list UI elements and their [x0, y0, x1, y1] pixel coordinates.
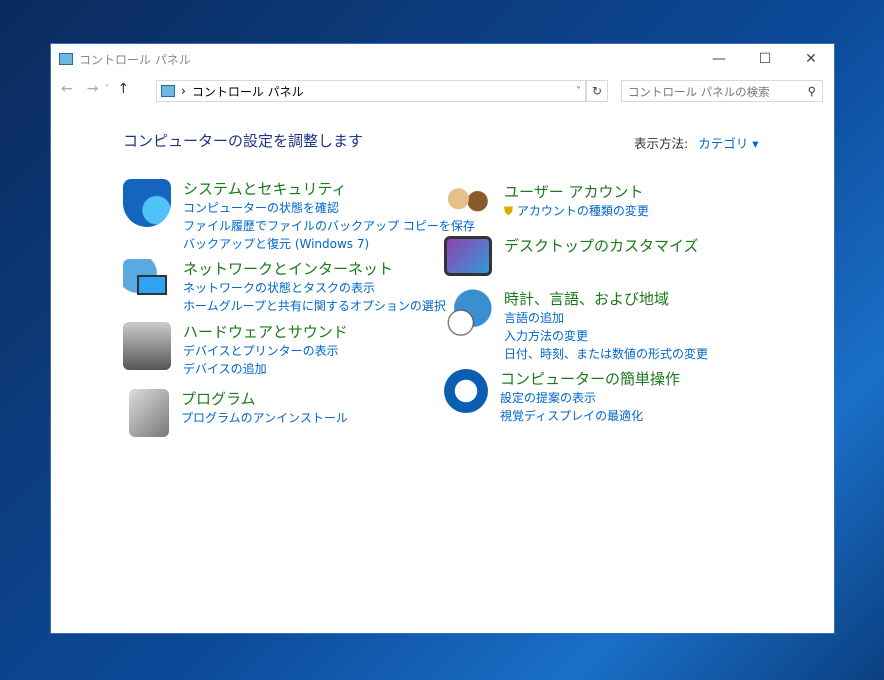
category-link[interactable]: バックアップと復元 (Windows 7) — [183, 235, 475, 253]
refresh-button[interactable]: ↻ — [586, 80, 608, 102]
address-dropdown-button[interactable]: ˅ — [576, 86, 581, 97]
maximize-button[interactable]: ☐ — [742, 51, 788, 67]
category-title[interactable]: 時計、言語、および地域 — [504, 290, 669, 308]
shield-icon — [123, 179, 171, 227]
clock-globe-icon — [444, 289, 492, 337]
search-placeholder: コントロール パネルの検索 — [628, 85, 770, 99]
category-title[interactable]: プログラム — [181, 390, 256, 408]
display-icon — [444, 236, 492, 276]
up-button[interactable]: ↑ — [117, 81, 129, 97]
category-desktop: デスクトップのカスタマイズ — [444, 236, 699, 276]
network-globe-icon — [123, 259, 171, 307]
category-link[interactable]: コンピューターの状態を確認 — [183, 199, 475, 217]
category-title[interactable]: システムとセキュリティ — [183, 180, 347, 198]
category-title[interactable]: ネットワークとインターネット — [183, 260, 393, 278]
category-link[interactable]: プログラムのアンインストール — [181, 409, 348, 427]
category-hardware-sound: ハードウェアとサウンド デバイスとプリンターの表示 デバイスの追加 — [123, 322, 348, 378]
printer-speaker-icon — [123, 322, 171, 370]
control-panel-window: コントロール パネル — ☐ ✕ ← → ˅ ↑ › コントロール パネル ˅ … — [50, 43, 835, 634]
users-icon — [444, 182, 492, 230]
category-system-security: システムとセキュリティ コンピューターの状態を確認 ファイル履歴でファイルのバッ… — [123, 179, 475, 253]
category-programs: プログラム プログラムのアンインストール — [123, 389, 348, 437]
page-title: コンピューターの設定を調整します — [123, 132, 364, 150]
control-panel-icon — [161, 85, 175, 97]
category-ease-of-access: コンピューターの簡単操作 設定の提案の表示 視覚ディスプレイの最適化 — [444, 369, 680, 425]
breadcrumb-control-panel[interactable]: コントロール パネル — [192, 83, 304, 100]
control-panel-icon — [59, 53, 73, 65]
category-network: ネットワークとインターネット ネットワークの状態とタスクの表示 ホームグループと… — [123, 259, 446, 315]
category-link[interactable]: 設定の提案の表示 — [500, 389, 680, 407]
forward-button[interactable]: → — [87, 81, 99, 97]
search-input[interactable]: コントロール パネルの検索 ⚲ — [621, 80, 823, 102]
category-title[interactable]: ハードウェアとサウンド — [183, 323, 348, 341]
link-text: アカウントの種類の変更 — [516, 204, 649, 218]
view-by-label: 表示方法: — [634, 136, 689, 151]
minimize-button[interactable]: — — [696, 51, 742, 67]
category-user-accounts: ユーザー アカウント ⛊ アカウントの種類の変更 — [444, 182, 649, 230]
category-link[interactable]: 入力方法の変更 — [504, 327, 708, 345]
category-link[interactable]: デバイスとプリンターの表示 — [183, 342, 348, 360]
back-button[interactable]: ← — [61, 81, 73, 97]
title-bar: コントロール パネル — ☐ ✕ — [51, 44, 834, 74]
window-title: コントロール パネル — [79, 52, 191, 67]
uac-shield-icon: ⛊ — [504, 204, 514, 218]
category-title[interactable]: ユーザー アカウント — [504, 183, 643, 201]
search-icon[interactable]: ⚲ — [808, 84, 816, 98]
address-bar[interactable]: › コントロール パネル ˅ — [156, 80, 586, 102]
category-link[interactable]: ホームグループと共有に関するオプションの選択 — [183, 297, 446, 315]
category-link[interactable]: 視覚ディスプレイの最適化 — [500, 407, 680, 425]
category-link[interactable]: ⛊ アカウントの種類の変更 — [504, 202, 649, 220]
category-link[interactable]: ネットワークの状態とタスクの表示 — [183, 279, 446, 297]
ease-of-access-icon — [444, 369, 488, 413]
category-title[interactable]: デスクトップのカスタマイズ — [504, 237, 699, 255]
category-link[interactable]: デバイスの追加 — [183, 360, 348, 378]
category-link[interactable]: 日付、時刻、または数値の形式の変更 — [504, 345, 708, 363]
view-by-dropdown[interactable]: カテゴリ ▾ — [698, 136, 758, 151]
category-link[interactable]: 言語の追加 — [504, 309, 708, 327]
category-clock-region: 時計、言語、および地域 言語の追加 入力方法の変更 日付、時刻、または数値の形式… — [444, 289, 708, 363]
view-by: 表示方法: カテゴリ ▾ — [634, 133, 758, 152]
recent-locations-button[interactable]: ˅ — [104, 84, 109, 95]
category-title[interactable]: コンピューターの簡単操作 — [500, 370, 680, 388]
close-button[interactable]: ✕ — [788, 51, 834, 67]
category-link[interactable]: ファイル履歴でファイルのバックアップ コピーを保存 — [183, 217, 475, 235]
breadcrumb-separator[interactable]: › — [181, 84, 186, 98]
programs-disc-icon — [129, 389, 169, 437]
